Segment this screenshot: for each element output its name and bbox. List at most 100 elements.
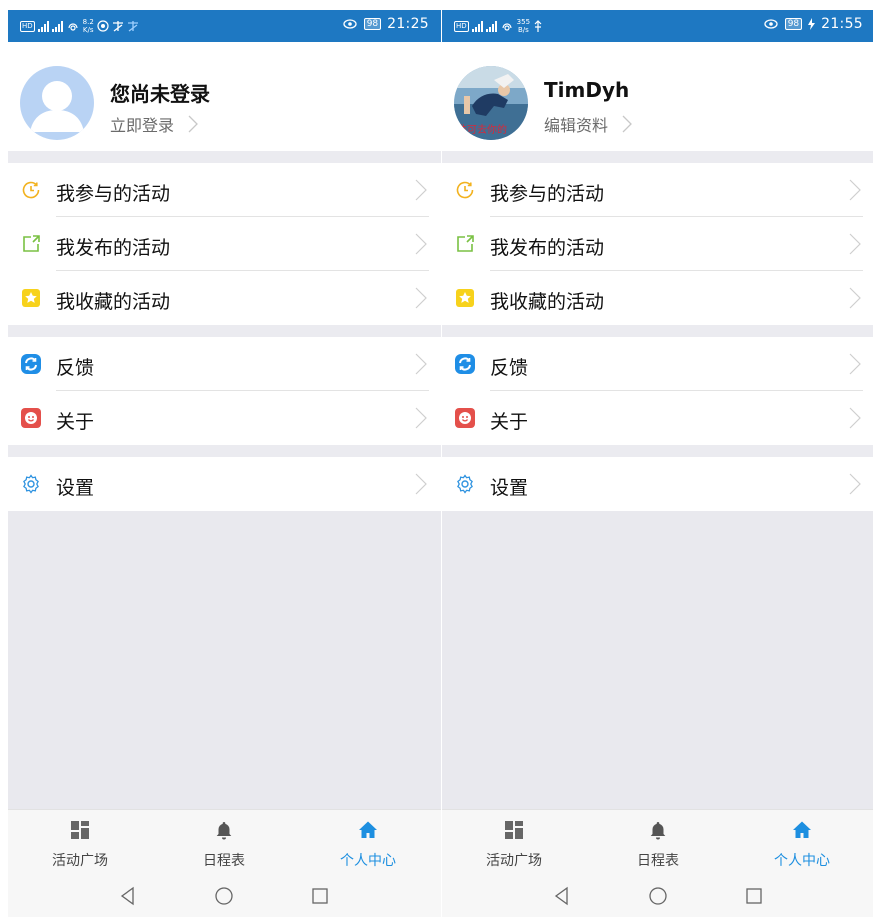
signal-2g-icon [37,20,49,32]
section-divider [442,151,873,163]
publish-icon [23,235,40,252]
home-circle-icon[interactable] [648,886,668,906]
empty-area [442,511,873,809]
net-speed: 8.2 K/s [83,18,94,34]
chevron-right-icon [849,179,861,201]
login-link-label: 立即登录 [110,116,175,135]
notification-icon [112,21,123,32]
person-silhouette-icon [30,81,84,132]
menu-item-favorites[interactable]: 我收藏的活动 [442,271,873,325]
menu-item-settings[interactable]: 设置 [442,457,873,511]
gear-icon [23,474,39,494]
support-section: 反馈 关于 [442,337,873,445]
chevron-right-icon [849,473,861,495]
recents-square-icon[interactable] [310,886,330,906]
status-time: 21:25 [387,16,429,32]
profile-header[interactable]: 您尚未登录 立即登录 [8,42,441,151]
tab-schedule[interactable]: 日程表 [586,810,730,875]
chevron-right-icon [415,353,427,375]
recents-square-icon[interactable] [744,886,764,906]
section-divider [8,445,441,457]
activity-section: 我参与的活动 我发布的活动 我收藏的活动 [442,163,873,325]
settings-section: 设置 [8,457,441,511]
section-divider [442,445,873,457]
tab-personal-center[interactable]: 个人中心 [296,810,440,875]
menu-item-about[interactable]: 关于 [442,391,873,445]
menu-item-label: 我收藏的活动 [56,291,171,313]
app-notification-icon [97,20,109,32]
notification-icon [127,21,138,32]
profile-header[interactable]: 洗可去你的 TimDyh 编辑资料 [442,42,873,151]
tab-label: 活动广场 [52,853,108,869]
menu-item-favorites[interactable]: 我收藏的活动 [8,271,441,325]
net-speed: 355 B/s [517,18,530,34]
chevron-right-icon [415,287,427,309]
signal-4g-icon [485,20,497,32]
net-speed-value: 8.2 [82,18,94,26]
feedback-icon [21,354,41,374]
menu-item-settings[interactable]: 设置 [8,457,441,511]
menu-item-feedback[interactable]: 反馈 [442,337,873,391]
smiley-icon [21,408,41,428]
bottom-tab-bar: 活动广场 日程表 个人中心 [442,809,873,874]
chevron-right-icon [188,115,198,133]
menu-item-label: 我发布的活动 [490,237,605,259]
default-avatar[interactable] [20,66,94,140]
login-link[interactable]: 立即登录 [110,112,198,136]
chevron-right-icon [415,233,427,255]
usb-icon [534,19,542,32]
bell-icon [650,822,666,840]
back-triangle-icon[interactable] [552,886,572,906]
menu-item-label: 我发布的活动 [56,237,171,259]
star-icon [456,289,474,307]
eye-comfort-icon [343,19,357,29]
battery-indicator: 98 [784,18,803,30]
eye-comfort-icon [764,19,778,29]
status-bar: HD 8.2 K/s 98 21:25 [8,10,441,42]
chevron-right-icon [849,233,861,255]
edit-profile-link[interactable]: 编辑资料 [544,112,632,136]
hotspot-icon [502,23,512,31]
avatar-caption: 洗可去你的 [457,125,507,136]
system-nav-bar [442,874,873,917]
menu-item-label: 关于 [490,411,529,433]
net-speed-unit: K/s [82,26,94,34]
section-divider [8,325,441,337]
hd-icon: HD [20,20,35,32]
menu-item-published[interactable]: 我发布的活动 [442,217,873,271]
tab-activity-square[interactable]: 活动广场 [442,810,586,875]
menu-item-published[interactable]: 我发布的活动 [8,217,441,271]
chevron-right-icon [415,473,427,495]
tab-label: 日程表 [637,853,679,869]
tab-activity-square[interactable]: 活动广场 [8,810,152,875]
hotspot-icon [68,23,78,31]
signal-2g-icon [471,20,483,32]
user-avatar-photo[interactable]: 洗可去你的 [454,66,528,140]
menu-item-label: 关于 [56,411,95,433]
tab-personal-center[interactable]: 个人中心 [730,810,873,875]
tab-label: 个人中心 [774,853,830,869]
menu-item-participated[interactable]: 我参与的活动 [442,163,873,217]
hd-icon: HD [454,20,469,32]
edit-profile-label: 编辑资料 [544,116,609,135]
charging-icon [808,18,816,30]
home-circle-icon[interactable] [214,886,234,906]
profile-name: TimDyh [544,78,630,102]
phone-screen-logged-in: HD 355 B/s 98 21:55 洗可去你的 TimDyh 编辑资料 我参… [442,10,873,917]
bell-icon [216,822,232,840]
menu-item-participated[interactable]: 我参与的活动 [8,163,441,217]
menu-item-about[interactable]: 关于 [8,391,441,445]
star-icon [22,289,40,307]
menu-item-label: 我参与的活动 [490,183,605,205]
home-icon [793,821,811,838]
clock-icon [456,181,474,199]
menu-item-label: 反馈 [490,357,529,379]
section-divider [8,151,441,163]
tab-schedule[interactable]: 日程表 [152,810,296,875]
back-triangle-icon[interactable] [118,886,138,906]
empty-area [8,511,441,809]
gear-icon [457,474,473,494]
menu-item-feedback[interactable]: 反馈 [8,337,441,391]
feedback-icon [455,354,475,374]
menu-item-label: 设置 [56,477,95,499]
